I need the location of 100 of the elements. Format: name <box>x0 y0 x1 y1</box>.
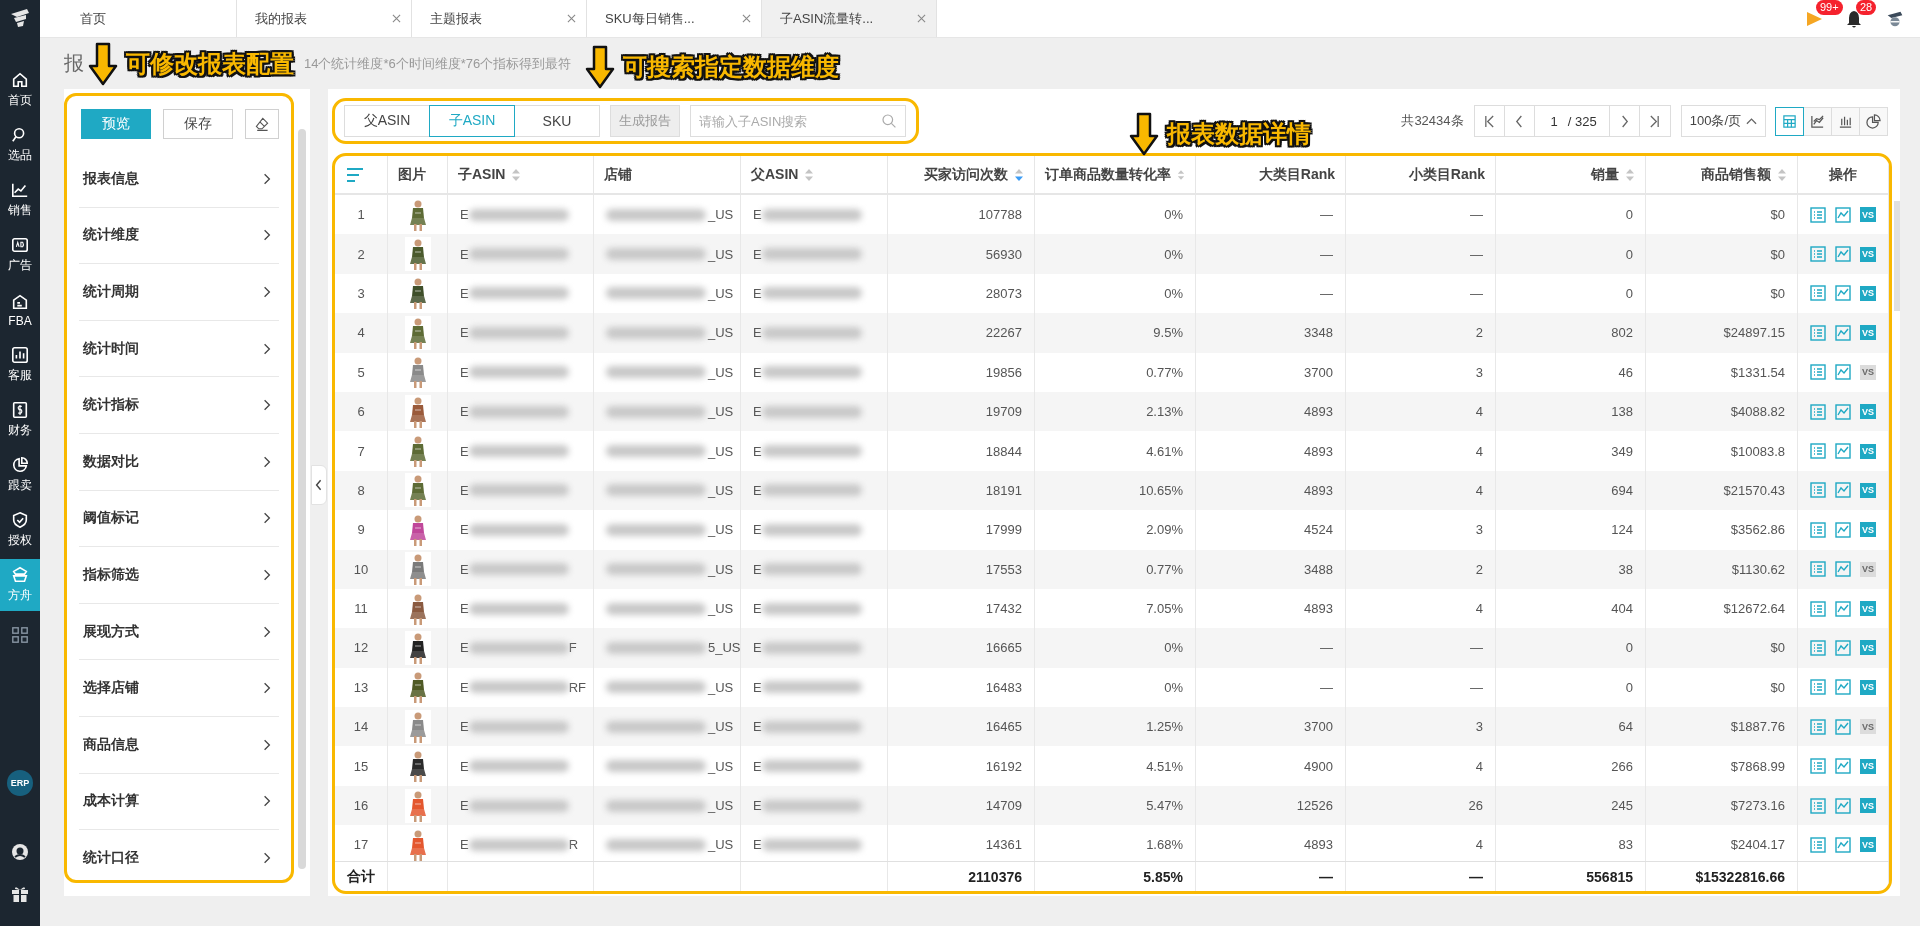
trend-icon[interactable] <box>1835 364 1851 381</box>
config-menu-item[interactable]: 阈值标记 <box>79 490 279 548</box>
trend-icon[interactable] <box>1835 482 1851 499</box>
dimension-tab[interactable]: 父ASIN <box>344 105 430 137</box>
nav-item[interactable]: 选品 <box>0 119 40 171</box>
erp-badge[interactable]: ERP <box>7 770 33 796</box>
list-icon[interactable] <box>1810 679 1826 696</box>
scrollbar-thumb[interactable] <box>1894 201 1900 311</box>
gift-icon[interactable] <box>10 884 30 904</box>
column-settings-icon[interactable] <box>345 166 365 183</box>
list-icon[interactable] <box>1810 718 1826 735</box>
column-header[interactable]: 小类目Rank <box>1346 156 1496 193</box>
nav-item[interactable]: 首页 <box>0 64 40 116</box>
nav-item[interactable]: 销售 <box>0 174 40 226</box>
config-menu-item[interactable]: 统计时间 <box>79 320 279 378</box>
trend-icon[interactable] <box>1835 521 1851 538</box>
trend-icon[interactable] <box>1835 443 1851 460</box>
list-icon[interactable] <box>1810 797 1826 814</box>
trend-icon[interactable] <box>1835 561 1851 578</box>
trend-icon[interactable] <box>1835 836 1851 853</box>
list-icon[interactable] <box>1810 836 1826 853</box>
search-icon[interactable] <box>881 113 897 129</box>
line-chart-icon <box>1810 113 1825 129</box>
trend-icon[interactable] <box>1835 324 1851 341</box>
asin-text: E <box>460 522 469 538</box>
list-icon[interactable] <box>1810 758 1826 775</box>
sort-icon[interactable] <box>804 167 815 182</box>
sort-icon[interactable] <box>1625 167 1635 182</box>
trend-icon[interactable] <box>1835 797 1851 814</box>
clear-button[interactable] <box>244 109 279 139</box>
config-menu-item[interactable]: 报表信息 <box>79 151 279 208</box>
tab[interactable]: 主题报表 <box>412 0 587 37</box>
tab[interactable]: 子ASIN流量转... <box>762 0 937 37</box>
list-icon[interactable] <box>1810 443 1826 460</box>
column-header[interactable]: 店铺 <box>594 156 741 193</box>
list-icon[interactable] <box>1810 324 1826 341</box>
list-icon[interactable] <box>1810 285 1826 302</box>
nav-item[interactable]: 跟卖 <box>0 449 40 501</box>
dimension-tab[interactable]: SKU <box>514 105 600 137</box>
scrollbar-thumb[interactable] <box>298 129 306 869</box>
list-icon[interactable] <box>1810 246 1826 263</box>
config-menu-item[interactable]: 展现方式 <box>79 603 279 661</box>
list-icon[interactable] <box>1810 364 1826 381</box>
search-field[interactable]: 请输入子ASIN搜索 <box>690 105 906 137</box>
trend-icon[interactable] <box>1835 758 1851 775</box>
close-icon[interactable] <box>917 14 926 23</box>
apps-grid-icon[interactable] <box>11 626 29 644</box>
config-menu-item[interactable]: 数据对比 <box>79 433 279 491</box>
list-icon[interactable] <box>1810 561 1826 578</box>
support-icon[interactable] <box>10 842 30 862</box>
config-menu-item[interactable]: 统计指标 <box>79 377 279 434</box>
config-menu-item[interactable]: 统计周期 <box>79 264 279 321</box>
nav-item[interactable]: FBA <box>0 284 40 336</box>
tab[interactable]: 我的报表 <box>237 0 412 37</box>
config-menu-item[interactable]: 指标筛选 <box>79 547 279 604</box>
column-header[interactable]: 图片 <box>388 156 448 193</box>
row-number: 15 <box>353 758 369 774</box>
trend-icon[interactable] <box>1835 246 1851 263</box>
trend-icon[interactable] <box>1835 285 1851 302</box>
config-menu-item[interactable]: 选择店铺 <box>79 660 279 717</box>
config-menu-item[interactable]: 统计维度 <box>79 207 279 265</box>
tab[interactable]: 首页 <box>62 0 237 37</box>
list-icon[interactable] <box>1810 206 1826 223</box>
config-menu-item[interactable]: 商品信息 <box>79 716 279 774</box>
list-icon[interactable] <box>1810 600 1826 617</box>
page-size-select[interactable]: 100条/页 <box>1680 105 1766 137</box>
column-header[interactable]: 子ASIN <box>448 156 594 193</box>
list-icon[interactable] <box>1810 640 1826 656</box>
sort-icon[interactable] <box>511 167 522 182</box>
list-icon[interactable] <box>1810 403 1826 420</box>
config-menu-item[interactable]: 统计口径 <box>79 830 279 887</box>
view-toggle[interactable] <box>1775 106 1804 136</box>
column-header[interactable]: 订单商品数量转化率 <box>1035 156 1196 193</box>
list-icon[interactable] <box>1810 482 1826 499</box>
config-button[interactable]: 保存 <box>162 109 233 139</box>
column-header[interactable]: 商品销售额 <box>1646 156 1798 193</box>
column-header[interactable]: 操作 <box>1798 156 1889 193</box>
nav-item[interactable]: 广告 <box>0 229 40 281</box>
column-header[interactable]: 销量 <box>1496 156 1646 193</box>
nav-item[interactable]: 授权 <box>0 504 40 556</box>
sort-icon[interactable] <box>1014 167 1024 182</box>
sort-icon[interactable] <box>1777 167 1787 182</box>
trend-icon[interactable] <box>1835 206 1851 223</box>
config-menu-item[interactable]: 成本计算 <box>79 773 279 831</box>
collapse-handle[interactable] <box>311 465 327 505</box>
trend-icon[interactable] <box>1835 403 1851 420</box>
nav-item[interactable]: 客服 <box>0 339 40 391</box>
list-icon[interactable] <box>1810 521 1826 538</box>
column-header[interactable]: 买家访问次数 <box>888 156 1035 193</box>
trend-icon[interactable] <box>1835 718 1851 735</box>
close-icon[interactable] <box>392 14 401 23</box>
column-header[interactable]: 父ASIN <box>741 156 888 193</box>
trend-icon[interactable] <box>1835 679 1851 696</box>
column-header[interactable]: 大类目Rank <box>1196 156 1346 193</box>
close-icon[interactable] <box>742 14 751 23</box>
close-icon[interactable] <box>567 14 576 23</box>
page-input[interactable]: 1 <box>1550 113 1562 129</box>
trend-icon[interactable] <box>1835 600 1851 617</box>
trend-icon[interactable] <box>1835 640 1851 656</box>
nav-item[interactable]: 财务 <box>0 394 40 446</box>
